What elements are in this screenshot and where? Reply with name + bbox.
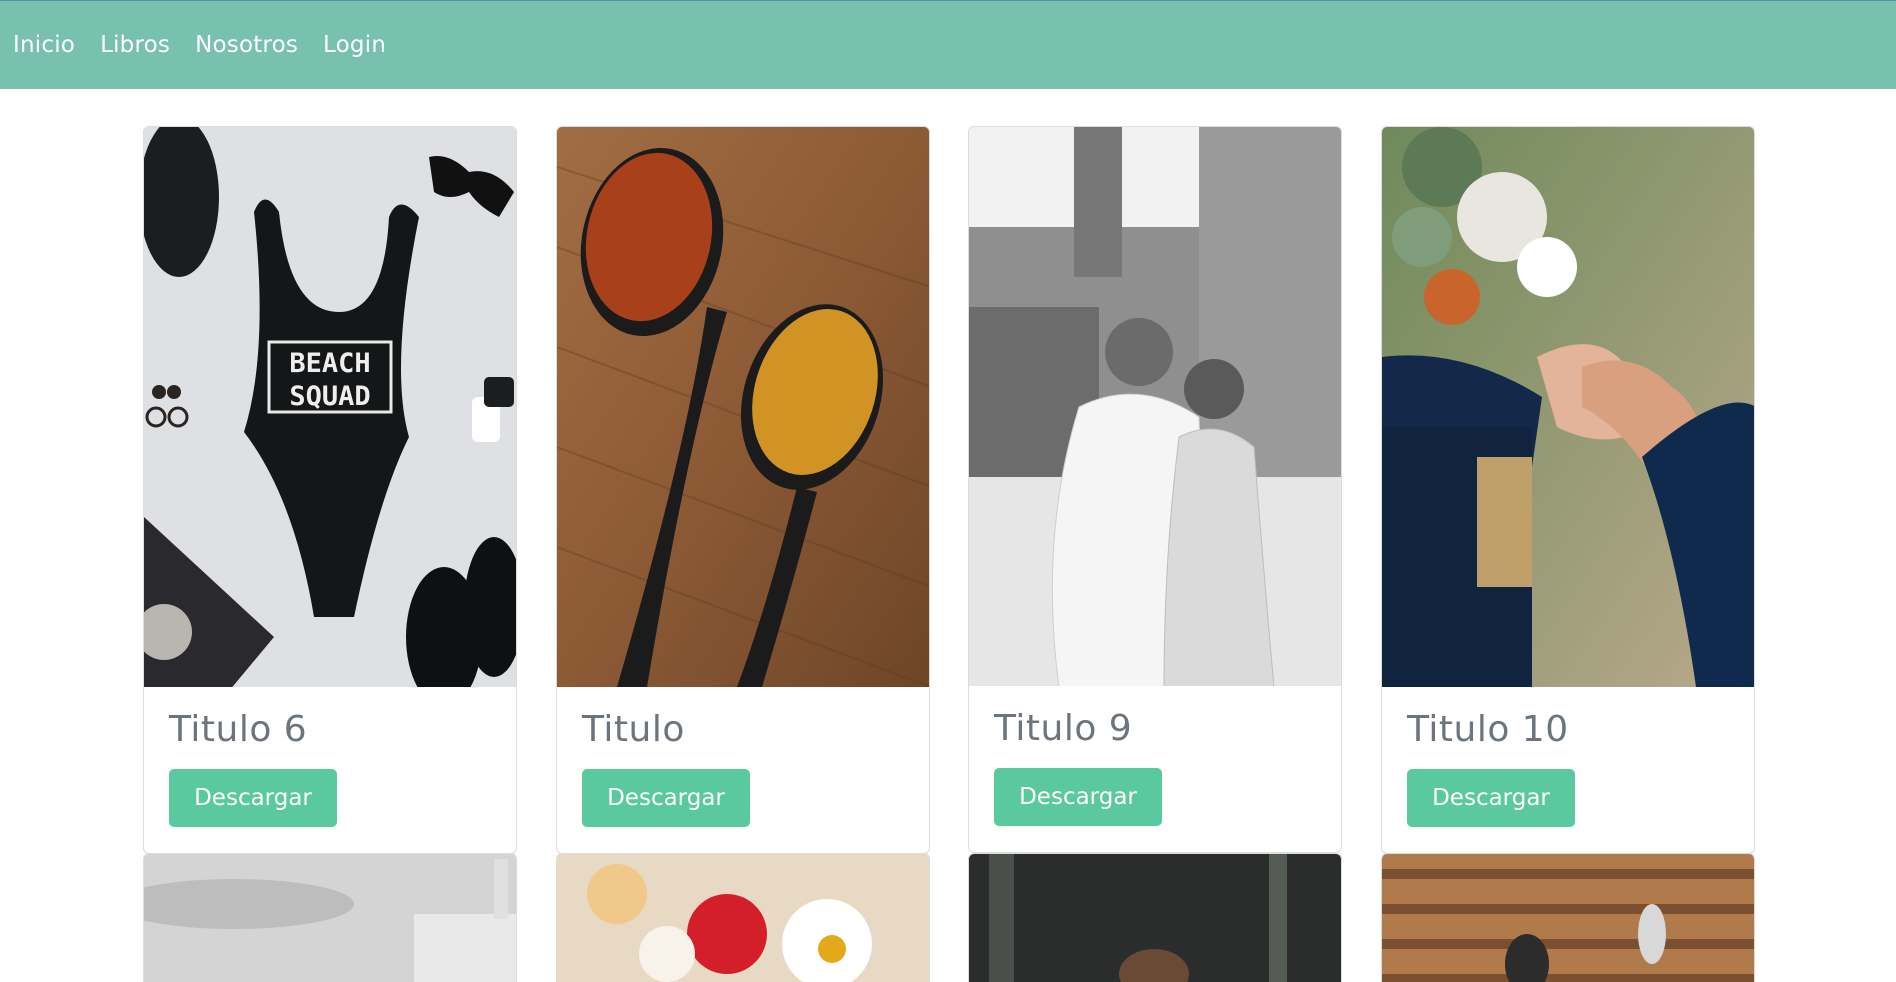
download-button[interactable]: Descargar xyxy=(582,769,750,827)
beach-text: BEACH xyxy=(289,348,370,379)
nav-link-inicio[interactable]: Inicio xyxy=(13,32,75,58)
book-card xyxy=(968,853,1342,982)
book-card: Titulo 9 Descargar xyxy=(968,126,1342,853)
book-card: Titulo Descargar xyxy=(556,126,930,854)
card-title: Titulo 9 xyxy=(994,708,1133,749)
card-image-steps xyxy=(1382,854,1754,982)
card-image-flowers xyxy=(557,854,929,982)
book-card xyxy=(143,853,517,982)
card-image-building xyxy=(144,854,516,982)
download-button[interactable]: Descargar xyxy=(994,768,1162,826)
book-card xyxy=(1381,853,1755,982)
card-image-spices xyxy=(557,127,929,687)
card-image-forest xyxy=(969,854,1341,982)
card-image-swimsuit: BEACH SQUAD xyxy=(144,127,516,687)
card-body: Titulo 10 Descargar xyxy=(1382,687,1754,853)
download-button[interactable]: Descargar xyxy=(1407,769,1575,827)
nav-link-libros[interactable]: Libros xyxy=(100,32,170,58)
book-card: Titulo 10 Descargar xyxy=(1381,126,1755,854)
card-title: Titulo 10 xyxy=(1407,709,1569,750)
book-card: BEACH SQUAD Titulo 6 Descargar xyxy=(143,126,517,854)
card-body: Titulo Descargar xyxy=(557,687,929,853)
top-navbar: Inicio Libros Nosotros Login xyxy=(0,0,1896,89)
download-button[interactable]: Descargar xyxy=(169,769,337,827)
squad-text: SQUAD xyxy=(289,381,370,412)
nav-link-login[interactable]: Login xyxy=(323,32,386,58)
book-card xyxy=(556,853,930,982)
card-image-couple xyxy=(969,127,1341,686)
card-body: Titulo 9 Descargar xyxy=(969,686,1341,852)
card-image-hands xyxy=(1382,127,1754,687)
nav-link-nosotros[interactable]: Nosotros xyxy=(195,32,298,58)
card-body: Titulo 6 Descargar xyxy=(144,687,516,853)
card-title: Titulo 6 xyxy=(169,709,308,750)
card-title: Titulo xyxy=(582,709,685,750)
